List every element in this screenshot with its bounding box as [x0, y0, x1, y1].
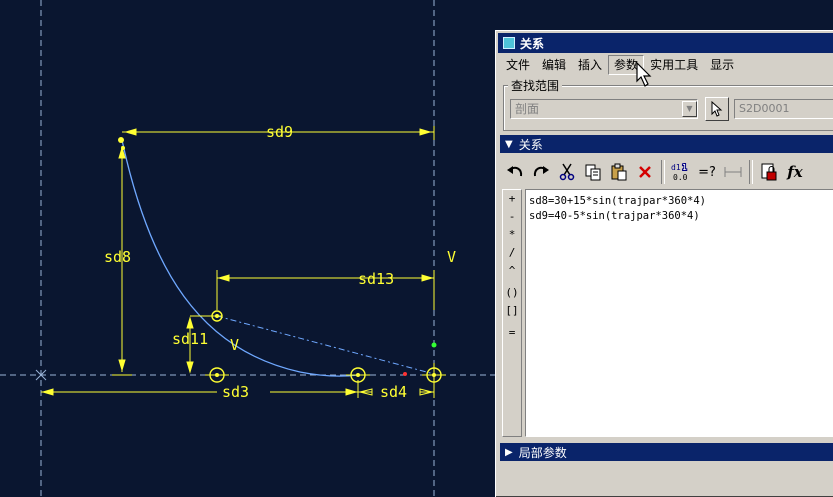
relations-section-label: 关系: [518, 137, 543, 152]
measure-icon[interactable]: [720, 159, 746, 185]
menu-bar: 文件 编辑 插入 参数 实用工具 显示: [500, 55, 833, 75]
expand-triangle-icon: ▶: [505, 446, 513, 458]
collapse-triangle-icon: ▼: [505, 138, 513, 150]
relation-line[interactable]: sd8=30+15*sin(trajpar*360*4): [529, 194, 831, 209]
toolbar-separator: [749, 160, 753, 184]
delete-icon[interactable]: [632, 159, 658, 185]
dim-sd4[interactable]: sd4: [380, 383, 407, 401]
relations-dialog: 关系 文件 编辑 插入 参数 实用工具 显示 查找范围 剖面 ▼ S2D0001…: [495, 30, 833, 497]
power-button[interactable]: ^: [503, 262, 521, 280]
chevron-down-icon[interactable]: ▼: [682, 101, 697, 117]
dim-sd3[interactable]: sd3: [222, 383, 249, 401]
evaluate-icon[interactable]: =?: [694, 159, 720, 185]
menu-insert[interactable]: 插入: [572, 56, 608, 74]
menu-file[interactable]: 文件: [500, 56, 536, 74]
paste-icon[interactable]: [606, 159, 632, 185]
svg-text:d1: d1: [671, 163, 681, 172]
dialog-titlebar[interactable]: 关系: [498, 33, 833, 53]
divide-button[interactable]: /: [503, 244, 521, 262]
svg-text:1: 1: [682, 163, 687, 172]
construction-line: [216, 315, 435, 375]
dim-sd13[interactable]: sd13: [358, 270, 394, 288]
local-params-section-header[interactable]: ▶ 局部参数: [500, 443, 833, 461]
menu-display[interactable]: 显示: [704, 56, 740, 74]
constraint-vertical: V: [230, 336, 239, 354]
svg-text:0.0: 0.0: [673, 173, 688, 182]
scope-combo[interactable]: 剖面: [510, 99, 698, 119]
app-icon: [503, 37, 515, 49]
toolbar-separator: [661, 160, 665, 184]
undo-icon[interactable]: [502, 159, 528, 185]
green-marker: [431, 342, 437, 348]
relations-editor[interactable]: sd8=30+15*sin(trajpar*360*4) sd9=40-5*si…: [525, 189, 833, 437]
relations-toolbar: d1 1 0.0 =? fx: [502, 157, 833, 187]
menu-edit[interactable]: 编辑: [536, 56, 572, 74]
operator-sidebar: + - * / ^ () [] =: [502, 189, 522, 437]
search-scope-label: 查找范围: [508, 77, 563, 94]
brackets-button[interactable]: []: [503, 302, 521, 320]
sketch-spline[interactable]: [121, 139, 359, 377]
cursor-arrow-icon: [711, 101, 723, 117]
sketch-point[interactable]: [205, 367, 229, 383]
function-icon[interactable]: fx: [782, 159, 808, 185]
switch-dimensions-icon[interactable]: d1 1 0.0: [668, 159, 694, 185]
dim-sd9[interactable]: sd9: [266, 123, 293, 141]
local-params-label: 局部参数: [518, 445, 567, 460]
dialog-title: 关系: [520, 36, 545, 51]
multiply-button[interactable]: *: [503, 226, 521, 244]
cut-icon[interactable]: [554, 159, 580, 185]
sketch-point[interactable]: [422, 363, 446, 387]
plus-button[interactable]: +: [503, 190, 521, 208]
constraint-vertical: V: [447, 248, 456, 266]
equals-button[interactable]: =: [503, 324, 521, 342]
parentheses-button[interactable]: (): [503, 284, 521, 302]
sketch-point[interactable]: [118, 137, 125, 150]
red-marker: [403, 372, 407, 376]
lock-icon[interactable]: [756, 159, 782, 185]
redo-icon[interactable]: [528, 159, 554, 185]
dim-sd8[interactable]: sd8: [104, 248, 131, 266]
select-arrow-button[interactable]: [705, 97, 729, 121]
copy-icon[interactable]: [580, 159, 606, 185]
mouse-pointer-icon: [636, 62, 652, 87]
minus-button[interactable]: -: [503, 208, 521, 226]
relation-line[interactable]: sd9=40-5*sin(trajpar*360*4): [529, 209, 831, 224]
reference-field[interactable]: S2D0001: [734, 99, 833, 119]
dim-sd11[interactable]: sd11: [172, 330, 208, 348]
sketch-point[interactable]: [346, 367, 370, 383]
relations-section-header[interactable]: ▼ 关系: [500, 135, 833, 153]
